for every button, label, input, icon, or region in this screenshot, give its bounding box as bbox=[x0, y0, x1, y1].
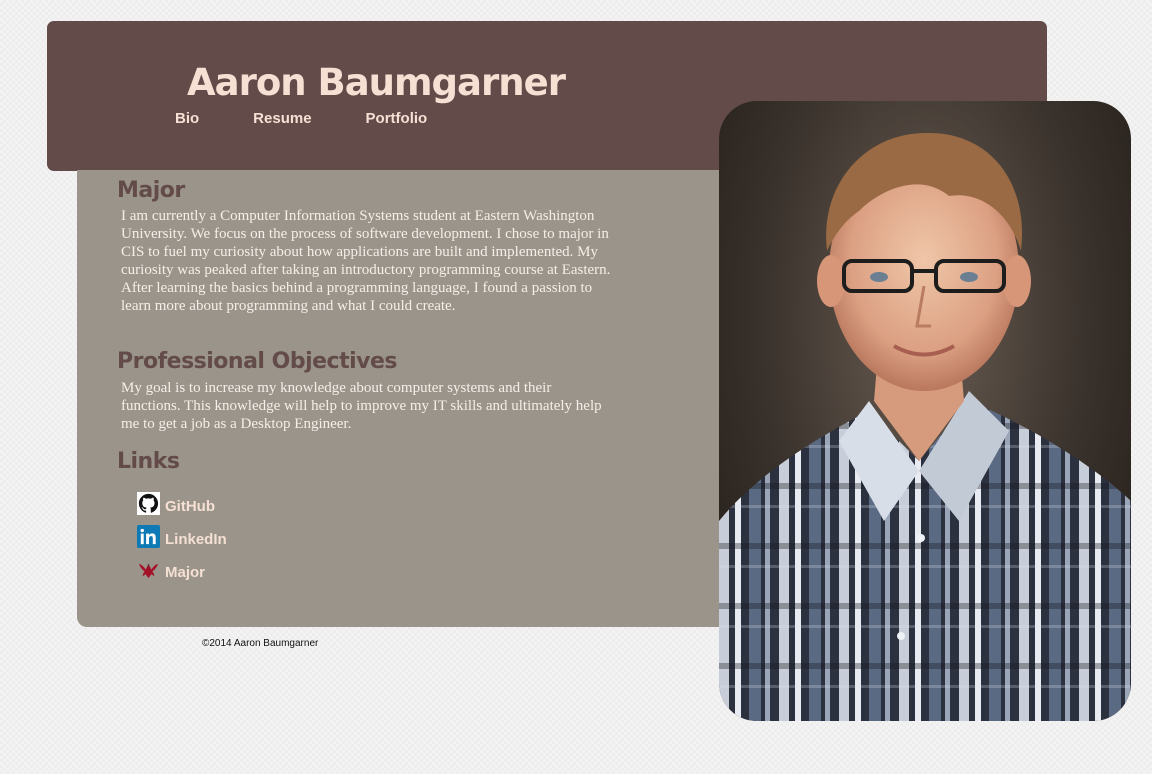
major-text: I am currently a Computer Information Sy… bbox=[121, 208, 611, 314]
github-link-label: GitHub bbox=[165, 498, 215, 515]
linkedin-icon bbox=[137, 525, 160, 548]
links-heading: Links bbox=[117, 449, 180, 474]
nav-portfolio-link[interactable]: Portfolio bbox=[366, 110, 428, 127]
github-icon bbox=[137, 492, 160, 515]
eagle-icon bbox=[137, 558, 160, 581]
major-link-label: Major bbox=[165, 564, 206, 581]
objectives-heading: Professional Objectives bbox=[117, 349, 398, 374]
github-link[interactable]: GitHub bbox=[137, 492, 215, 515]
objectives-text: My goal is to increase my knowledge abou… bbox=[121, 380, 602, 432]
linkedin-link[interactable]: LinkedIn bbox=[137, 525, 227, 548]
footer-copyright: ©2014 Aaron Baumgarner bbox=[202, 638, 319, 649]
site-title: Aaron Baumgarner bbox=[187, 61, 566, 104]
profile-photo-illustration bbox=[719, 132, 1131, 721]
major-heading: Major bbox=[117, 178, 185, 203]
content-panel: Major I am currently a Computer Informat… bbox=[77, 170, 757, 627]
major-link[interactable]: Major bbox=[137, 558, 205, 581]
nav-bio-link[interactable]: Bio bbox=[175, 110, 199, 127]
profile-photo bbox=[719, 101, 1131, 721]
linkedin-link-label: LinkedIn bbox=[165, 531, 227, 548]
main-nav: Bio Resume Portfolio bbox=[175, 110, 481, 127]
nav-resume-link[interactable]: Resume bbox=[253, 110, 311, 127]
